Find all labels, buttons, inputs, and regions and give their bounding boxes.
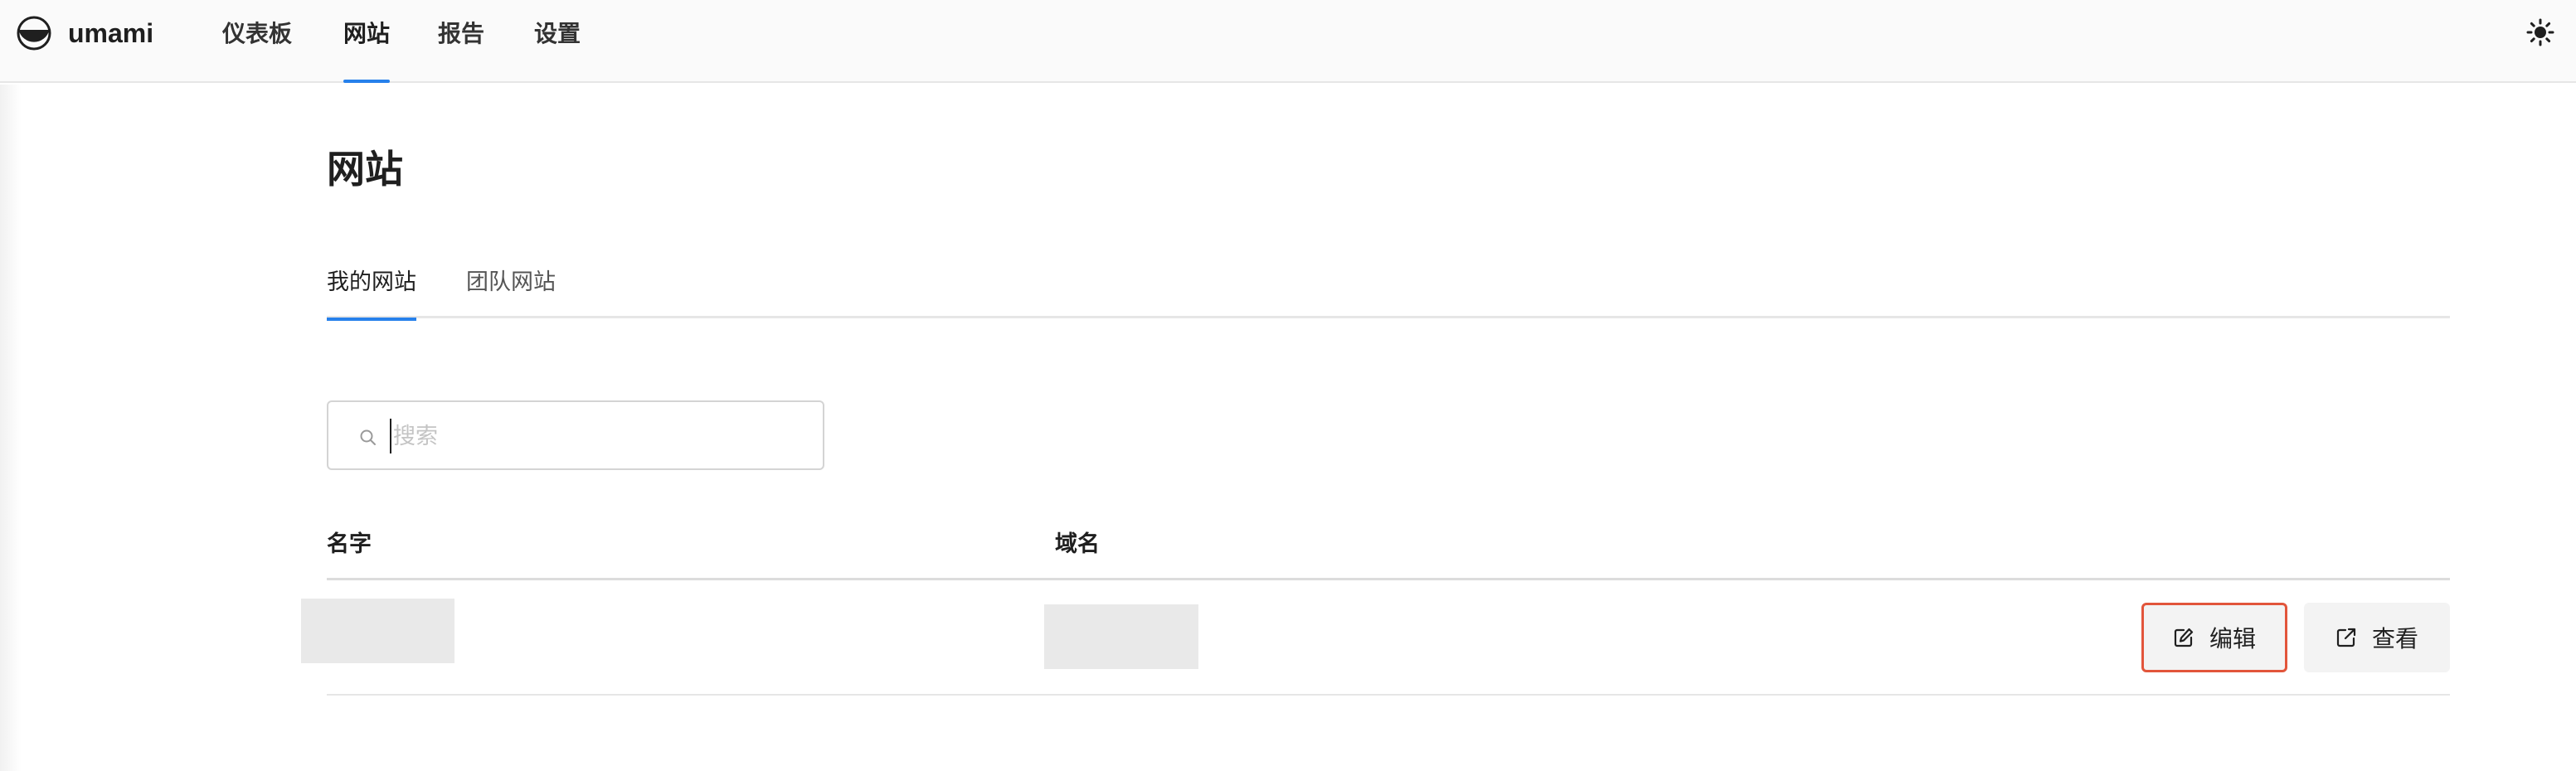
umami-logo-icon <box>17 16 51 51</box>
nav-settings[interactable]: 设置 <box>534 0 581 83</box>
search-box <box>327 400 824 470</box>
view-button-label: 查看 <box>2371 625 2418 652</box>
search-input[interactable] <box>390 419 804 453</box>
edit-button-label: 编辑 <box>2209 625 2256 652</box>
column-header-name: 名字 <box>327 531 372 557</box>
name-placeholder <box>301 599 454 663</box>
left-edge-shadow <box>0 85 22 771</box>
edit-button[interactable]: 编辑 <box>2141 603 2287 672</box>
tab-my-websites[interactable]: 我的网站 <box>327 264 416 321</box>
page-title: 网站 <box>327 147 403 192</box>
brand[interactable]: umami <box>17 15 153 51</box>
column-header-domain: 域名 <box>1055 531 1100 557</box>
app-name: umami <box>68 17 154 48</box>
nav-reports[interactable]: 报告 <box>438 0 484 83</box>
domain-placeholder <box>1044 604 1198 669</box>
theme-toggle-button[interactable] <box>2526 18 2554 46</box>
search-icon <box>358 428 378 448</box>
tab-team-websites[interactable]: 团队网站 <box>466 264 556 318</box>
website-tabs: 我的网站 团队网站 <box>327 264 2450 321</box>
nav-dashboard[interactable]: 仪表板 <box>222 0 292 83</box>
top-navigation: umami 仪表板 网站 报告 设置 <box>0 0 2576 83</box>
view-button[interactable]: 查看 <box>2304 603 2450 672</box>
edit-icon <box>2173 627 2209 648</box>
sun-icon <box>2526 18 2554 46</box>
nav-websites[interactable]: 网站 <box>343 0 391 83</box>
table-header-divider <box>327 578 2450 580</box>
external-link-icon <box>2335 627 2372 648</box>
table-row-divider <box>327 694 2450 696</box>
